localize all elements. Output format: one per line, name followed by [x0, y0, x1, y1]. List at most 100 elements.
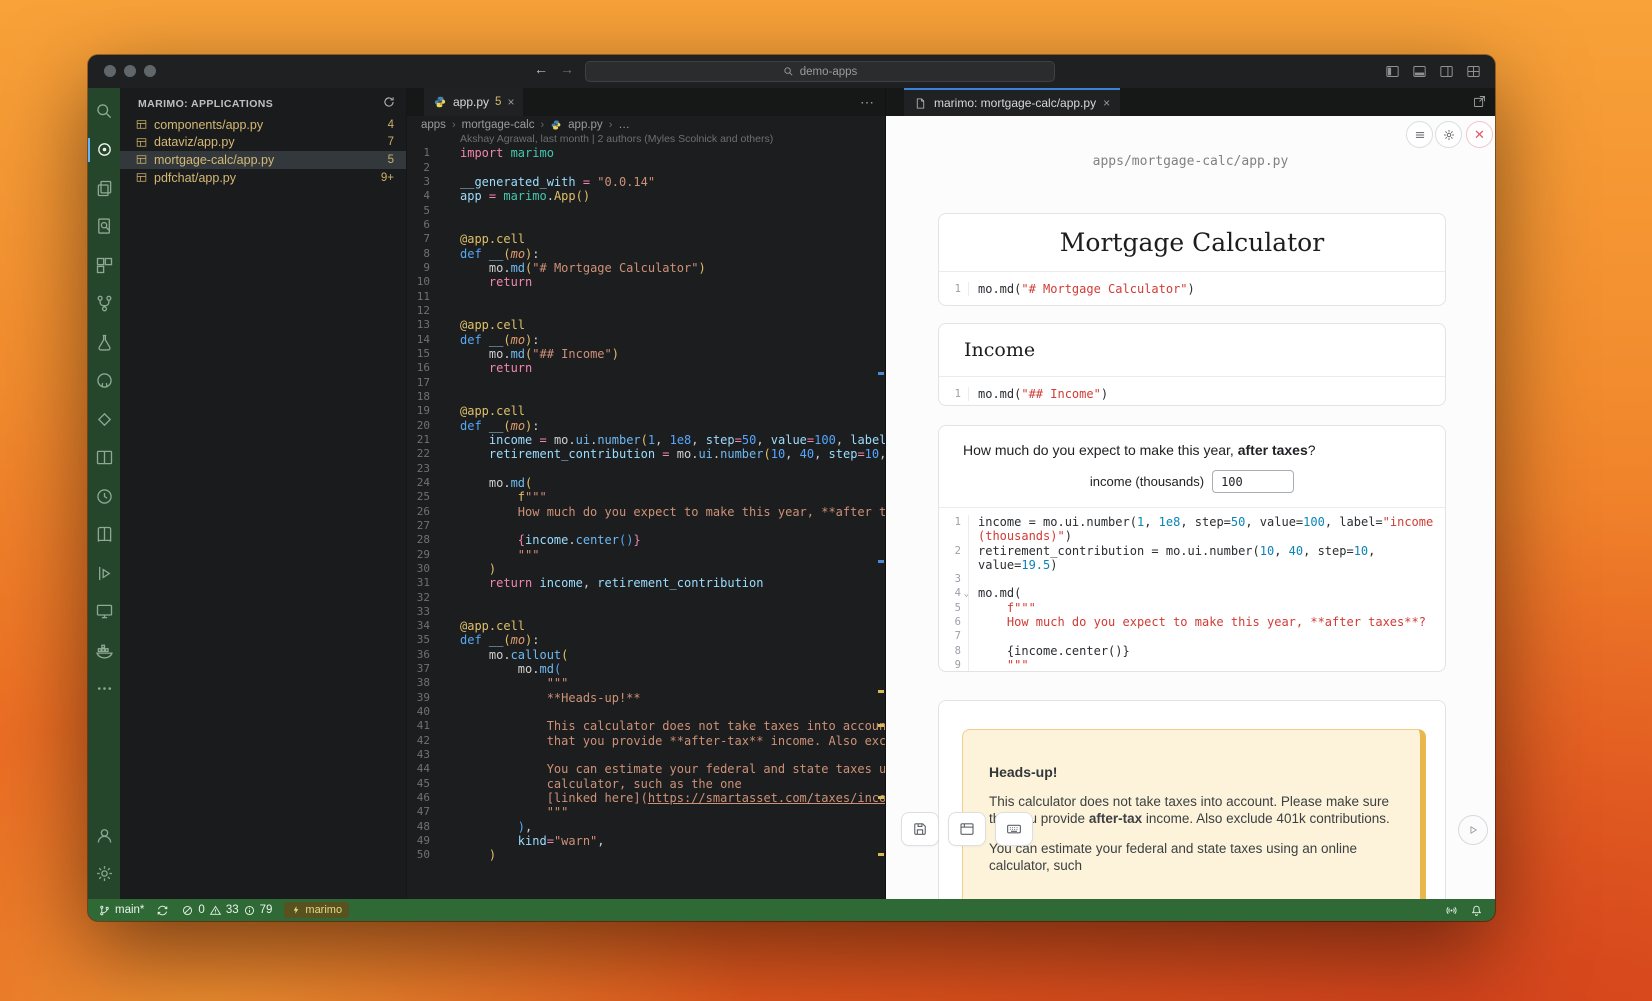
- line-number: 22: [407, 447, 444, 461]
- broadcast-icon[interactable]: [1445, 904, 1458, 917]
- workbench: MARIMO: APPLICATIONS components/app.py4d…: [88, 88, 1495, 899]
- tab-marimo-webview[interactable]: marimo: mortgage-calc/app.py ×: [904, 88, 1120, 116]
- line-number: 1: [939, 515, 969, 544]
- breadcrumb-item[interactable]: …: [618, 119, 630, 131]
- diamond-icon[interactable]: [88, 400, 120, 439]
- breadcrumb-item[interactable]: apps: [421, 119, 446, 131]
- git-fork-icon[interactable]: [88, 285, 120, 324]
- account-icon[interactable]: [88, 816, 120, 855]
- docker-icon[interactable]: [88, 631, 120, 670]
- close-window-button[interactable]: [104, 65, 116, 77]
- tab-close-icon[interactable]: ×: [507, 95, 514, 109]
- split-window-icon[interactable]: [88, 439, 120, 478]
- file-list-item[interactable]: pdfchat/app.py9+: [120, 169, 406, 187]
- forward-icon[interactable]: →: [560, 61, 574, 77]
- toggle-primary-sidebar-icon[interactable]: [1384, 63, 1401, 80]
- file-list-item[interactable]: mortgage-calc/app.py5: [120, 151, 406, 169]
- sync-icon[interactable]: [156, 904, 169, 917]
- cell-code-editor[interactable]: 1mo.md("## Income"): [939, 377, 1445, 406]
- run-button[interactable]: [1458, 815, 1488, 845]
- line-number: 18: [407, 390, 444, 404]
- book-icon[interactable]: [88, 516, 120, 555]
- code-line: 40: [407, 705, 885, 719]
- code-line: 3: [939, 572, 1445, 586]
- code-line: 6: [407, 218, 885, 232]
- keyboard-shortcuts-button[interactable]: [995, 812, 1033, 846]
- clock-icon[interactable]: [88, 477, 120, 516]
- menu-button[interactable]: [1406, 121, 1433, 148]
- hamburger-icon: [1413, 128, 1427, 142]
- github-icon[interactable]: [88, 362, 120, 401]
- settings-icon[interactable]: [88, 855, 120, 894]
- search-icon[interactable]: [88, 92, 120, 131]
- settings-button[interactable]: [1435, 121, 1462, 148]
- code-line: 36 mo.callout(: [407, 648, 885, 662]
- line-number: 14: [407, 333, 444, 347]
- marimo-webview: ✕ apps/mortgage-calc/app.py Mortgage Cal…: [886, 116, 1495, 899]
- income-input-row: income (thousands): [939, 470, 1445, 493]
- vscode-window: ← → demo-apps MARIMO: APPLICATIONS compo…: [88, 55, 1495, 921]
- cell-code-editor[interactable]: 1mo.md("# Mortgage Calculator"): [939, 272, 1445, 306]
- line-number: 26: [407, 505, 444, 519]
- pages-icon[interactable]: [88, 169, 120, 208]
- breadcrumb-item[interactable]: mortgage-calc: [462, 119, 535, 131]
- minimize-window-button[interactable]: [124, 65, 136, 77]
- breadcrumb[interactable]: apps›mortgage-calc›app.py›…: [421, 116, 630, 133]
- code-line: 13@app.cell: [407, 318, 885, 332]
- run-view-icon[interactable]: [88, 554, 120, 593]
- cell-output-question: How much do you expect to make this year…: [963, 442, 1421, 458]
- open-window-button[interactable]: [948, 812, 986, 846]
- file-search-icon[interactable]: [88, 208, 120, 247]
- hints-count: 79: [260, 904, 273, 916]
- line-number: 7: [407, 232, 444, 246]
- components-icon[interactable]: [88, 246, 120, 285]
- file-list-item[interactable]: components/app.py4: [120, 116, 406, 134]
- cell-code-editor[interactable]: 1income = mo.ui.number(1, 1e8, step=50, …: [939, 508, 1445, 672]
- overview-ruler: [878, 560, 884, 563]
- file-icon: [914, 97, 927, 110]
- tab-close-icon[interactable]: ×: [1103, 96, 1110, 110]
- toggle-secondary-sidebar-icon[interactable]: [1438, 63, 1455, 80]
- line-number: 39: [407, 691, 444, 705]
- shutdown-button[interactable]: ✕: [1466, 121, 1493, 148]
- refresh-icon[interactable]: [382, 95, 396, 114]
- command-center-text: demo-apps: [800, 66, 858, 78]
- marimo-status-badge[interactable]: marimo: [284, 902, 349, 918]
- code-line: 14def __(mo):: [407, 333, 885, 347]
- code-line: 7: [939, 629, 1445, 643]
- git-branch-status[interactable]: main*: [98, 904, 144, 917]
- marimo-explorer-icon[interactable]: [88, 131, 120, 170]
- notebook-cell-title: Mortgage Calculator 1mo.md("# Mortgage C…: [938, 213, 1446, 306]
- code-line: 18: [407, 390, 885, 404]
- breadcrumb-item[interactable]: app.py: [568, 119, 603, 131]
- save-button[interactable]: [901, 812, 939, 846]
- line-number: 49: [407, 834, 444, 848]
- code-line: 38 """: [407, 676, 885, 690]
- tab-app-py[interactable]: app.py 5 ×: [424, 88, 523, 116]
- back-icon[interactable]: ←: [534, 61, 548, 77]
- remote-desktop-icon[interactable]: [88, 593, 120, 632]
- zoom-window-button[interactable]: [144, 65, 156, 77]
- code-line: 5: [407, 204, 885, 218]
- income-input[interactable]: [1212, 470, 1294, 493]
- customize-layout-icon[interactable]: [1465, 63, 1482, 80]
- problems-status[interactable]: 0 33 79: [181, 904, 272, 917]
- breadcrumb-separator: ›: [540, 119, 544, 131]
- fold-icon[interactable]: ⌄: [964, 587, 969, 601]
- beaker-icon[interactable]: [88, 323, 120, 362]
- line-number: 35: [407, 633, 444, 647]
- code-line: 20def __(mo):: [407, 419, 885, 433]
- code-line: 4⌄mo.md(: [939, 586, 1445, 600]
- toggle-panel-icon[interactable]: [1411, 63, 1428, 80]
- notifications-bell-icon[interactable]: [1470, 904, 1483, 917]
- editor-actions-icon[interactable]: ⋯: [860, 88, 875, 116]
- code-line: 48 ),: [407, 820, 885, 834]
- line-number: 38: [407, 676, 444, 690]
- tab-label: marimo: mortgage-calc/app.py: [934, 96, 1096, 110]
- command-center-search[interactable]: demo-apps: [585, 61, 1055, 82]
- file-list-item[interactable]: dataviz/app.py7: [120, 134, 406, 152]
- editor-code[interactable]: Akshay Agrawal, last month | 2 authors (…: [407, 132, 885, 899]
- more-icon[interactable]: [88, 670, 120, 709]
- open-in-new-window-icon[interactable]: [1472, 94, 1487, 114]
- line-number: 2: [939, 544, 969, 573]
